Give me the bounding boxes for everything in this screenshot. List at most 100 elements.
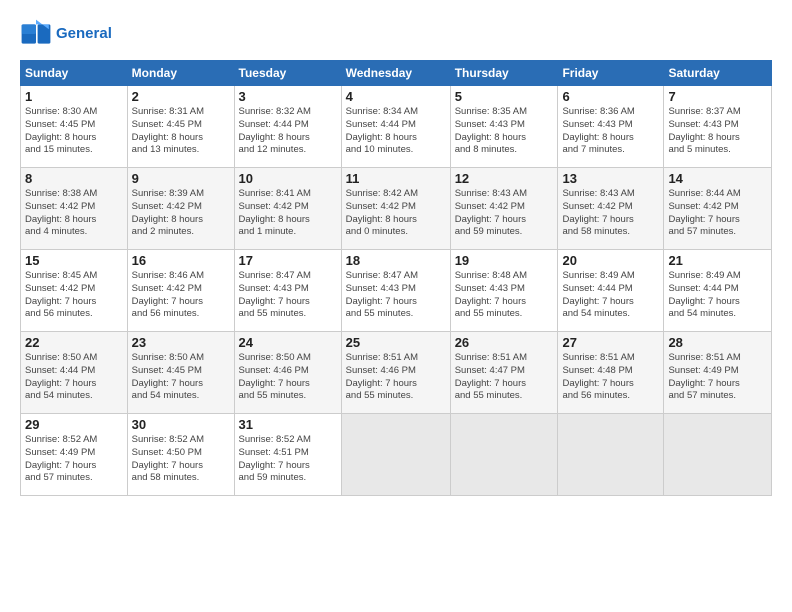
day-number: 4 [346, 89, 446, 104]
logo-text-general: General [56, 26, 112, 43]
calendar-cell: 9 Sunrise: 8:39 AMSunset: 4:42 PMDaylight… [127, 168, 234, 250]
day-info: Sunrise: 8:50 AMSunset: 4:46 PMDaylight:… [239, 352, 337, 403]
day-number: 24 [239, 335, 337, 350]
day-number: 10 [239, 171, 337, 186]
calendar-cell: 17 Sunrise: 8:47 AMSunset: 4:43 PMDayligh… [234, 250, 341, 332]
calendar-cell: 1 Sunrise: 8:30 AMSunset: 4:45 PMDaylight… [21, 86, 128, 168]
calendar-cell: 30 Sunrise: 8:52 AMSunset: 4:50 PMDayligh… [127, 414, 234, 496]
day-info: Sunrise: 8:51 AMSunset: 4:48 PMDaylight:… [562, 352, 659, 403]
weekday-header-sunday: Sunday [21, 61, 128, 86]
logo: General [20, 18, 112, 50]
weekday-header-thursday: Thursday [450, 61, 558, 86]
day-number: 5 [455, 89, 554, 104]
calendar-cell [664, 414, 772, 496]
day-info: Sunrise: 8:34 AMSunset: 4:44 PMDaylight:… [346, 106, 446, 157]
header: General [20, 18, 772, 50]
calendar-cell: 5 Sunrise: 8:35 AMSunset: 4:43 PMDaylight… [450, 86, 558, 168]
day-info: Sunrise: 8:49 AMSunset: 4:44 PMDaylight:… [562, 270, 659, 321]
calendar-cell [341, 414, 450, 496]
calendar-cell: 3 Sunrise: 8:32 AMSunset: 4:44 PMDaylight… [234, 86, 341, 168]
day-number: 9 [132, 171, 230, 186]
weekday-header-saturday: Saturday [664, 61, 772, 86]
day-info: Sunrise: 8:31 AMSunset: 4:45 PMDaylight:… [132, 106, 230, 157]
day-number: 13 [562, 171, 659, 186]
day-info: Sunrise: 8:32 AMSunset: 4:44 PMDaylight:… [239, 106, 337, 157]
day-info: Sunrise: 8:47 AMSunset: 4:43 PMDaylight:… [239, 270, 337, 321]
day-info: Sunrise: 8:43 AMSunset: 4:42 PMDaylight:… [455, 188, 554, 239]
calendar-cell: 6Sunrise: 8:36 AMSunset: 4:43 PMDaylight… [558, 86, 664, 168]
calendar-cell: 8 Sunrise: 8:38 AMSunset: 4:42 PMDaylight… [21, 168, 128, 250]
day-number: 16 [132, 253, 230, 268]
calendar-cell [558, 414, 664, 496]
calendar-cell: 20 Sunrise: 8:49 AMSunset: 4:44 PMDayligh… [558, 250, 664, 332]
day-info: Sunrise: 8:35 AMSunset: 4:43 PMDaylight:… [455, 106, 554, 157]
day-info: Sunrise: 8:48 AMSunset: 4:43 PMDaylight:… [455, 270, 554, 321]
calendar-cell: 18Sunrise: 8:47 AMSunset: 4:43 PMDayligh… [341, 250, 450, 332]
day-info: Sunrise: 8:51 AMSunset: 4:46 PMDaylight:… [346, 352, 446, 403]
day-number: 12 [455, 171, 554, 186]
day-info: Sunrise: 8:51 AMSunset: 4:47 PMDaylight:… [455, 352, 554, 403]
calendar-cell: 12 Sunrise: 8:43 AMSunset: 4:42 PMDayligh… [450, 168, 558, 250]
day-info: Sunrise: 8:49 AMSunset: 4:44 PMDaylight:… [668, 270, 767, 321]
day-info: Sunrise: 8:50 AMSunset: 4:44 PMDaylight:… [25, 352, 123, 403]
calendar-cell: 4 Sunrise: 8:34 AMSunset: 4:44 PMDaylight… [341, 86, 450, 168]
day-info: Sunrise: 8:39 AMSunset: 4:42 PMDaylight:… [132, 188, 230, 239]
calendar-cell: 31 Sunrise: 8:52 AMSunset: 4:51 PMDayligh… [234, 414, 341, 496]
calendar-cell: 16Sunrise: 8:46 AMSunset: 4:42 PMDayligh… [127, 250, 234, 332]
day-info: Sunrise: 8:52 AMSunset: 4:51 PMDaylight:… [239, 434, 337, 485]
calendar-cell: 22Sunrise: 8:50 AMSunset: 4:44 PMDayligh… [21, 332, 128, 414]
day-number: 17 [239, 253, 337, 268]
day-info: Sunrise: 8:51 AMSunset: 4:49 PMDaylight:… [668, 352, 767, 403]
calendar-header: SundayMondayTuesdayWednesdayThursdayFrid… [21, 61, 772, 86]
calendar-cell: 11Sunrise: 8:42 AMSunset: 4:42 PMDayligh… [341, 168, 450, 250]
calendar-cell: 19 Sunrise: 8:48 AMSunset: 4:43 PMDayligh… [450, 250, 558, 332]
weekday-header-friday: Friday [558, 61, 664, 86]
day-number: 29 [25, 417, 123, 432]
calendar-cell: 10Sunrise: 8:41 AMSunset: 4:42 PMDayligh… [234, 168, 341, 250]
day-number: 15 [25, 253, 123, 268]
day-number: 21 [668, 253, 767, 268]
header-row: SundayMondayTuesdayWednesdayThursdayFrid… [21, 61, 772, 86]
calendar-cell: 27 Sunrise: 8:51 AMSunset: 4:48 PMDayligh… [558, 332, 664, 414]
day-number: 27 [562, 335, 659, 350]
day-number: 26 [455, 335, 554, 350]
week-row-5: 29 Sunrise: 8:52 AMSunset: 4:49 PMDayligh… [21, 414, 772, 496]
day-number: 14 [668, 171, 767, 186]
week-row-1: 1 Sunrise: 8:30 AMSunset: 4:45 PMDaylight… [21, 86, 772, 168]
day-number: 11 [346, 171, 446, 186]
day-number: 7 [668, 89, 767, 104]
day-number: 1 [25, 89, 123, 104]
day-number: 30 [132, 417, 230, 432]
day-number: 3 [239, 89, 337, 104]
day-number: 31 [239, 417, 337, 432]
calendar-cell: 23 Sunrise: 8:50 AMSunset: 4:45 PMDayligh… [127, 332, 234, 414]
day-info: Sunrise: 8:38 AMSunset: 4:42 PMDaylight:… [25, 188, 123, 239]
day-number: 19 [455, 253, 554, 268]
day-info: Sunrise: 8:52 AMSunset: 4:49 PMDaylight:… [25, 434, 123, 485]
calendar-cell: 15 Sunrise: 8:45 AMSunset: 4:42 PMDayligh… [21, 250, 128, 332]
day-number: 20 [562, 253, 659, 268]
calendar-cell: 2 Sunrise: 8:31 AMSunset: 4:45 PMDaylight… [127, 86, 234, 168]
day-info: Sunrise: 8:45 AMSunset: 4:42 PMDaylight:… [25, 270, 123, 321]
day-number: 8 [25, 171, 123, 186]
calendar-body: 1 Sunrise: 8:30 AMSunset: 4:45 PMDaylight… [21, 86, 772, 496]
day-number: 23 [132, 335, 230, 350]
weekday-header-wednesday: Wednesday [341, 61, 450, 86]
day-number: 2 [132, 89, 230, 104]
logo-icon [20, 18, 52, 50]
calendar-cell: 25Sunrise: 8:51 AMSunset: 4:46 PMDayligh… [341, 332, 450, 414]
calendar-cell: 29 Sunrise: 8:52 AMSunset: 4:49 PMDayligh… [21, 414, 128, 496]
calendar-cell: 13 Sunrise: 8:43 AMSunset: 4:42 PMDayligh… [558, 168, 664, 250]
day-info: Sunrise: 8:30 AMSunset: 4:45 PMDaylight:… [25, 106, 123, 157]
calendar-table: SundayMondayTuesdayWednesdayThursdayFrid… [20, 60, 772, 496]
day-info: Sunrise: 8:52 AMSunset: 4:50 PMDaylight:… [132, 434, 230, 485]
weekday-header-tuesday: Tuesday [234, 61, 341, 86]
day-info: Sunrise: 8:37 AMSunset: 4:43 PMDaylight:… [668, 106, 767, 157]
day-info: Sunrise: 8:50 AMSunset: 4:45 PMDaylight:… [132, 352, 230, 403]
calendar-cell: 14Sunrise: 8:44 AMSunset: 4:42 PMDayligh… [664, 168, 772, 250]
calendar-cell [450, 414, 558, 496]
calendar-cell: 26 Sunrise: 8:51 AMSunset: 4:47 PMDayligh… [450, 332, 558, 414]
day-info: Sunrise: 8:43 AMSunset: 4:42 PMDaylight:… [562, 188, 659, 239]
day-info: Sunrise: 8:36 AMSunset: 4:43 PMDaylight:… [562, 106, 659, 157]
calendar-page: General SundayMondayTuesdayWednesdayThur… [0, 0, 792, 612]
